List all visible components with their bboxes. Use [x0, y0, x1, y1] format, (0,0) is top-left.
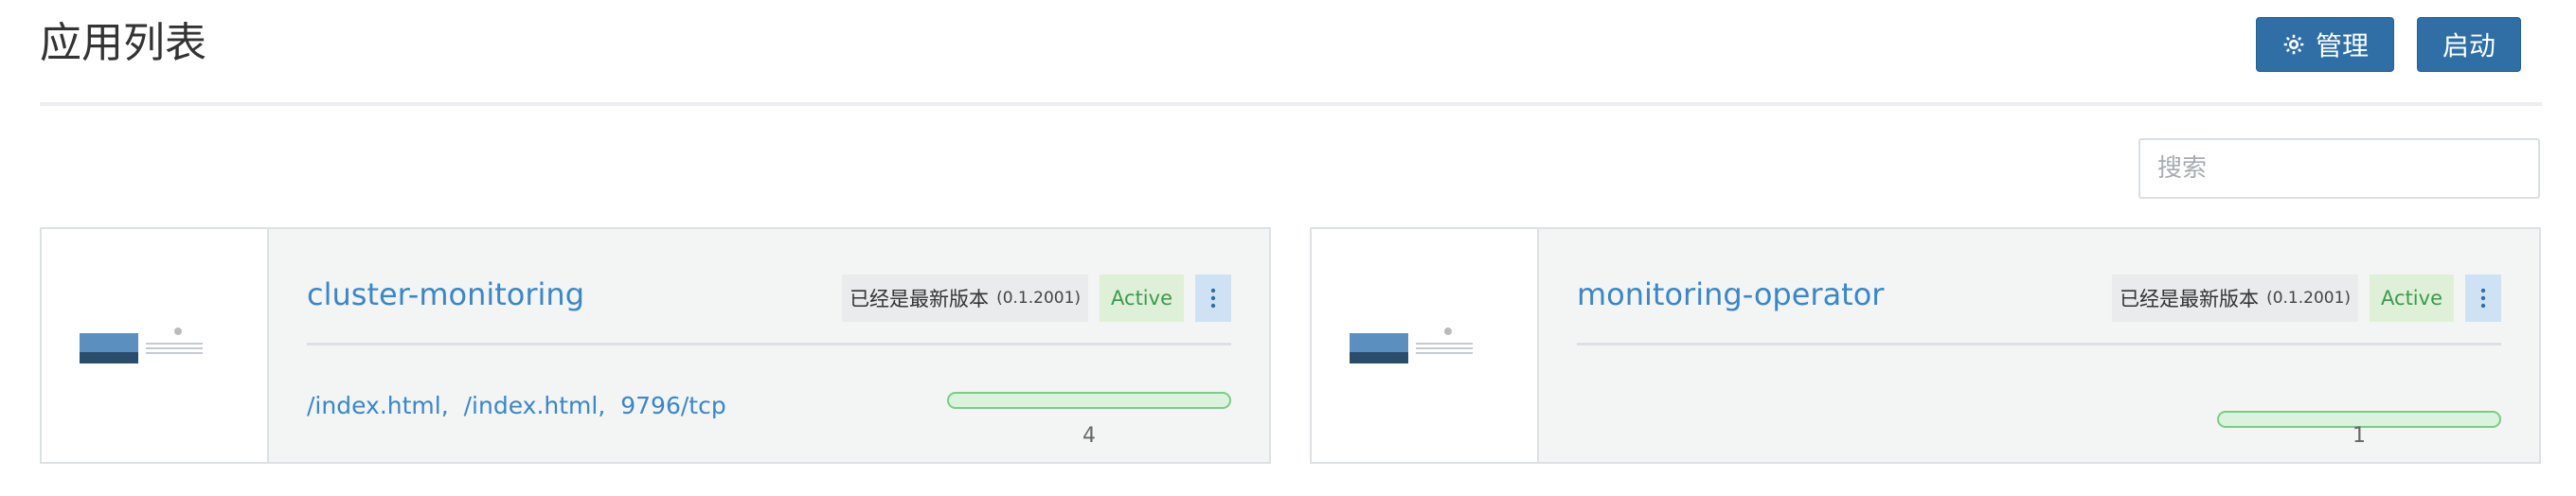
app-card: cluster-monitoring 已经是最新版本 (0.1.2001) Ac…: [40, 227, 1271, 464]
pod-count: 4: [1082, 424, 1096, 448]
app-meta: 已经是最新版本 (0.1.2001) Active: [2112, 275, 2501, 322]
pod-count: 1: [2352, 424, 2366, 448]
version-badge: 已经是最新版本 (0.1.2001): [2112, 275, 2359, 322]
app-name-link[interactable]: monitoring-operator: [1577, 276, 1884, 312]
card-divider: [307, 343, 1231, 345]
status-badge: Active: [1100, 275, 1184, 322]
version-label: 已经是最新版本: [850, 288, 990, 310]
endpoint-links: /index.html, /index.html, 9796/tcp: [307, 392, 726, 419]
header-divider: [40, 102, 2542, 106]
version-badge: 已经是最新版本 (0.1.2001): [842, 275, 1089, 322]
version-number: (0.1.2001): [996, 289, 1082, 308]
app-thumbnail: [1312, 229, 1539, 462]
start-button-label: 启动: [2442, 30, 2496, 62]
version-label: 已经是最新版本: [2120, 288, 2260, 310]
start-button[interactable]: 启动: [2416, 17, 2521, 72]
app-menu-button[interactable]: [2465, 275, 2501, 322]
app-name-link[interactable]: cluster-monitoring: [307, 276, 584, 312]
app-card: monitoring-operator 已经是最新版本 (0.1.2001) A…: [1310, 227, 2541, 464]
kebab-menu-icon: [1210, 288, 1216, 309]
header-actions: 管理 启动: [2255, 17, 2521, 72]
app-menu-button[interactable]: [1195, 275, 1231, 322]
endpoint-link[interactable]: /index.html: [307, 392, 441, 419]
gear-icon: [2283, 34, 2304, 55]
app-meta: 已经是最新版本 (0.1.2001) Active: [842, 275, 1231, 322]
search-input[interactable]: [2138, 138, 2540, 199]
app-thumbnail: [42, 229, 269, 462]
endpoint-link[interactable]: 9796/tcp: [620, 392, 725, 419]
card-divider: [1577, 343, 2501, 345]
kebab-menu-icon: [2480, 288, 2486, 309]
pod-progress-bar: [947, 392, 1231, 409]
manage-button[interactable]: 管理: [2255, 17, 2394, 72]
manage-button-label: 管理: [2315, 30, 2369, 62]
endpoint-link[interactable]: /index.html: [464, 392, 599, 419]
page-title: 应用列表: [40, 19, 206, 67]
version-number: (0.1.2001): [2266, 289, 2352, 308]
status-badge: Active: [2370, 275, 2454, 322]
